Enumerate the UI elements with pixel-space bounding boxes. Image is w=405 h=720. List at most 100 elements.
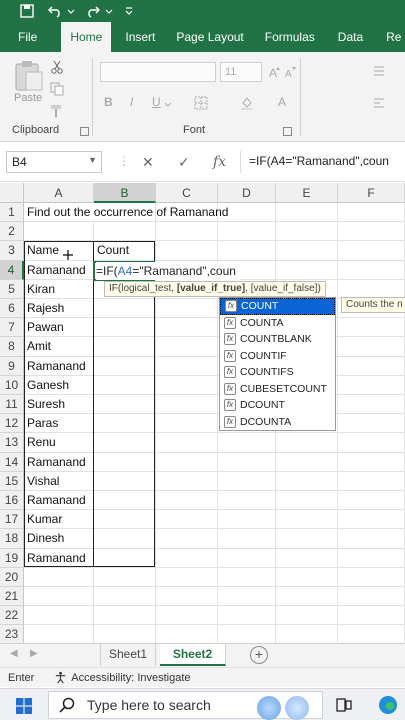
cell-d13[interactable]: [218, 433, 276, 453]
cell-a7[interactable]: Pawan: [24, 318, 94, 338]
autocomplete-item[interactable]: fx CUBESETCOUNT: [220, 381, 335, 398]
cell-b8[interactable]: [94, 337, 156, 357]
cell-c20[interactable]: [156, 567, 218, 587]
save-icon[interactable]: [16, 0, 38, 22]
cell-e21[interactable]: [276, 587, 338, 607]
row-header-20[interactable]: 20: [0, 567, 24, 587]
edge-icon[interactable]: [378, 695, 398, 715]
cell-b6[interactable]: [94, 299, 156, 319]
cell-d22[interactable]: [218, 606, 276, 626]
tab-file[interactable]: File: [0, 22, 61, 52]
column-header-a[interactable]: A: [24, 183, 94, 203]
cell-b10[interactable]: [94, 375, 156, 395]
row-header-11[interactable]: 11: [0, 395, 24, 415]
row-header-1[interactable]: 1: [0, 203, 24, 223]
cell-b9[interactable]: [94, 356, 156, 376]
cell-d18[interactable]: [218, 529, 276, 549]
cell-b2[interactable]: [94, 222, 156, 242]
cell-b12[interactable]: [94, 414, 156, 434]
cell-f15[interactable]: [338, 471, 405, 491]
column-header-b[interactable]: B: [94, 183, 156, 203]
name-box[interactable]: B4 ▼: [6, 151, 102, 173]
cell-c10[interactable]: [156, 375, 218, 395]
autocomplete-item[interactable]: fx DCOUNT: [220, 397, 335, 414]
sheet-tab-sheet1[interactable]: Sheet1: [100, 644, 157, 666]
cell-c16[interactable]: [156, 491, 218, 511]
cell-f14[interactable]: [338, 452, 405, 472]
row-header-15[interactable]: 15: [0, 471, 24, 491]
row-header-6[interactable]: 6: [0, 299, 24, 319]
cell-f7[interactable]: [338, 318, 405, 338]
cell-a20[interactable]: [24, 567, 94, 587]
cell-a4[interactable]: Ramanand: [24, 260, 94, 280]
cell-e17[interactable]: [276, 510, 338, 530]
cell-e19[interactable]: [276, 548, 338, 568]
tab-insert[interactable]: Insert: [111, 22, 164, 52]
cell-a16[interactable]: Ramanand: [24, 491, 94, 511]
cell-a9[interactable]: Ramanand: [24, 356, 94, 376]
row-header-5[interactable]: 5: [0, 279, 24, 299]
tab-home[interactable]: Home: [61, 22, 112, 52]
cell-f21[interactable]: [338, 587, 405, 607]
cell-c15[interactable]: [156, 471, 218, 491]
format-painter-icon[interactable]: [50, 104, 64, 118]
enter-icon[interactable]: ✓: [178, 154, 190, 171]
cell-a8[interactable]: Amit: [24, 337, 94, 357]
cell-f19[interactable]: [338, 548, 405, 568]
cell-f2[interactable]: [338, 222, 405, 242]
font-name-box[interactable]: [100, 62, 216, 82]
cell-d17[interactable]: [218, 510, 276, 530]
row-header-22[interactable]: 22: [0, 606, 24, 626]
cell-f11[interactable]: [338, 395, 405, 415]
cell-f13[interactable]: [338, 433, 405, 453]
cell-a15[interactable]: Vishal: [24, 471, 94, 491]
cell-a22[interactable]: [24, 606, 94, 626]
cell-c8[interactable]: [156, 337, 218, 357]
tab-data[interactable]: Data: [324, 22, 372, 52]
cell-a17[interactable]: Kumar: [24, 510, 94, 530]
undo-dropdown-icon[interactable]: [66, 0, 76, 22]
cell-d2[interactable]: [218, 222, 276, 242]
cell-e16[interactable]: [276, 491, 338, 511]
cell-b15[interactable]: [94, 471, 156, 491]
cell-a1[interactable]: Find out the occurrence of Ramanand: [24, 203, 228, 223]
row-header-17[interactable]: 17: [0, 510, 24, 530]
cell-a10[interactable]: Ganesh: [24, 375, 94, 395]
cell-e22[interactable]: [276, 606, 338, 626]
row-header-8[interactable]: 8: [0, 337, 24, 357]
copy-icon[interactable]: [50, 82, 64, 96]
cell-c23[interactable]: [156, 625, 218, 643]
cell-e14[interactable]: [276, 452, 338, 472]
cell-a18[interactable]: Dinesh: [24, 529, 94, 549]
column-header-f[interactable]: F: [338, 183, 405, 203]
underline-dropdown-icon[interactable]: [164, 97, 172, 111]
autocomplete-item[interactable]: fx COUNTBLANK: [220, 331, 335, 348]
sheet-scroll-right-icon[interactable]: ▶: [30, 648, 38, 659]
row-header-7[interactable]: 7: [0, 318, 24, 338]
autocomplete-item[interactable]: fx COUNTA: [220, 315, 335, 332]
cell-c18[interactable]: [156, 529, 218, 549]
formula-autocomplete-list[interactable]: fx COUNT fx COUNTA fx COUNTBLANK fx COUNTIF fx CO…: [219, 297, 336, 431]
cell-a5[interactable]: Kiran: [24, 279, 94, 299]
in-cell-formula[interactable]: =IF(A4="Ramanand",coun: [96, 262, 240, 280]
formula-input[interactable]: =IF(A4="Ramanand",coun: [240, 151, 405, 173]
cell-a3[interactable]: Name: [24, 241, 94, 261]
column-header-e[interactable]: E: [276, 183, 338, 203]
row-header-19[interactable]: 19: [0, 548, 24, 568]
cell-c19[interactable]: [156, 548, 218, 568]
cell-c9[interactable]: [156, 356, 218, 376]
cell-e13[interactable]: [276, 433, 338, 453]
autocomplete-item[interactable]: fx DCOUNTA: [220, 414, 335, 431]
cell-b20[interactable]: [94, 567, 156, 587]
cell-d16[interactable]: [218, 491, 276, 511]
row-header-3[interactable]: 3: [0, 241, 24, 261]
cell-b21[interactable]: [94, 587, 156, 607]
cell-a21[interactable]: [24, 587, 94, 607]
increase-font-icon[interactable]: A: [268, 65, 282, 79]
cell-b19[interactable]: [94, 548, 156, 568]
bold-button[interactable]: B: [104, 95, 113, 109]
clipboard-launcher-icon[interactable]: [80, 127, 89, 136]
customize-toolbar-icon[interactable]: [118, 0, 140, 22]
cell-b14[interactable]: [94, 452, 156, 472]
row-header-2[interactable]: 2: [0, 222, 24, 242]
